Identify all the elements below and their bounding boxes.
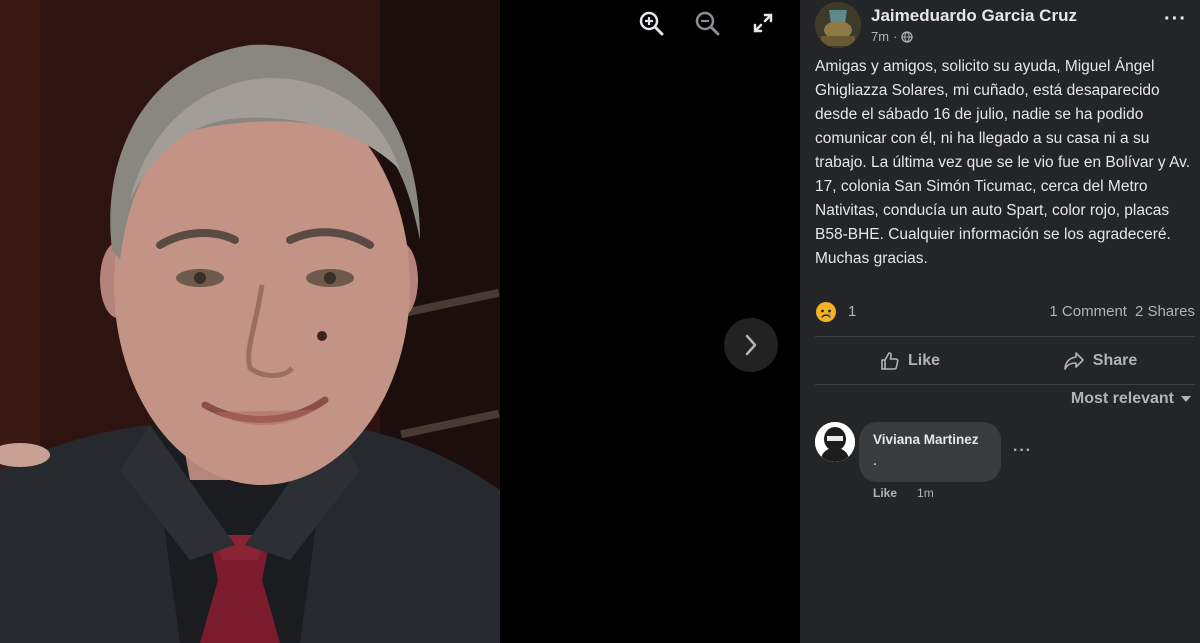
sad-reaction-icon[interactable] <box>815 301 837 323</box>
divider <box>815 336 1195 337</box>
globe-icon <box>901 30 914 43</box>
chevron-right-icon <box>745 334 757 356</box>
comments-count[interactable]: 1 Comment <box>1049 303 1127 320</box>
comment-timestamp[interactable]: 1m <box>917 486 934 500</box>
reaction-count[interactable]: 1 <box>848 303 856 320</box>
commenter-name[interactable]: Viviana Martinez <box>873 432 979 447</box>
post-author-name[interactable]: Jaimeduardo Garcia Cruz <box>871 6 1077 26</box>
comment-meta: Like 1m <box>873 486 934 500</box>
engagement-counts: 1 Comment 2 Shares <box>1049 303 1195 320</box>
commenter-avatar[interactable] <box>815 422 855 462</box>
person-portrait-illustration <box>0 0 500 643</box>
zoom-in-icon <box>639 11 664 36</box>
comment-bubble: Viviana Martinez . <box>859 422 1001 482</box>
share-label: Share <box>1092 352 1138 369</box>
post-text: Amigas y amigos, solicito su ayuda, Migu… <box>815 58 1191 267</box>
post-more-button[interactable]: ··· <box>1164 8 1187 31</box>
thumbs-up-icon <box>881 352 899 370</box>
shares-count[interactable]: 2 Shares <box>1135 303 1195 320</box>
comment-sort-dropdown[interactable]: Most relevant <box>1071 390 1192 408</box>
caret-down-icon <box>1181 396 1191 402</box>
sort-label: Most relevant <box>1070 390 1174 407</box>
author-avatar[interactable] <box>815 2 861 48</box>
commenter-avatar-image <box>815 422 855 462</box>
post-photo[interactable] <box>0 0 500 643</box>
share-button[interactable]: Share <box>1005 340 1195 382</box>
post-meta: 7m · <box>871 29 914 44</box>
zoom-out-button[interactable] <box>688 8 726 38</box>
comment-text: . <box>873 452 878 469</box>
next-photo-button[interactable] <box>724 318 778 372</box>
avatar-image <box>815 2 861 48</box>
like-button[interactable]: Like <box>815 340 1005 382</box>
zoom-out-icon <box>695 11 720 36</box>
reactions-bar: 1 1 Comment 2 Shares <box>815 300 1195 324</box>
post-panel: Jaimeduardo Garcia Cruz 7m · ··· Amigas … <box>800 0 1200 643</box>
post-header: Jaimeduardo Garcia Cruz 7m · ··· <box>815 2 1195 52</box>
fullscreen-icon <box>753 13 773 33</box>
meta-separator: · <box>893 29 898 44</box>
comment-like-link[interactable]: Like <box>873 486 897 500</box>
fullscreen-button[interactable] <box>744 8 782 38</box>
comment-more-button[interactable]: ··· <box>1013 442 1032 460</box>
zoom-in-button[interactable] <box>632 8 670 38</box>
viewer-toolbar <box>632 8 782 38</box>
post-timestamp[interactable]: 7m <box>871 29 889 44</box>
photo-viewer <box>0 0 800 643</box>
post-actions: Like Share <box>815 340 1195 382</box>
comment-item: Viviana Martinez . ··· Like 1m <box>815 422 1195 502</box>
like-label: Like <box>907 352 940 369</box>
divider <box>815 384 1195 385</box>
share-icon <box>1063 352 1084 370</box>
